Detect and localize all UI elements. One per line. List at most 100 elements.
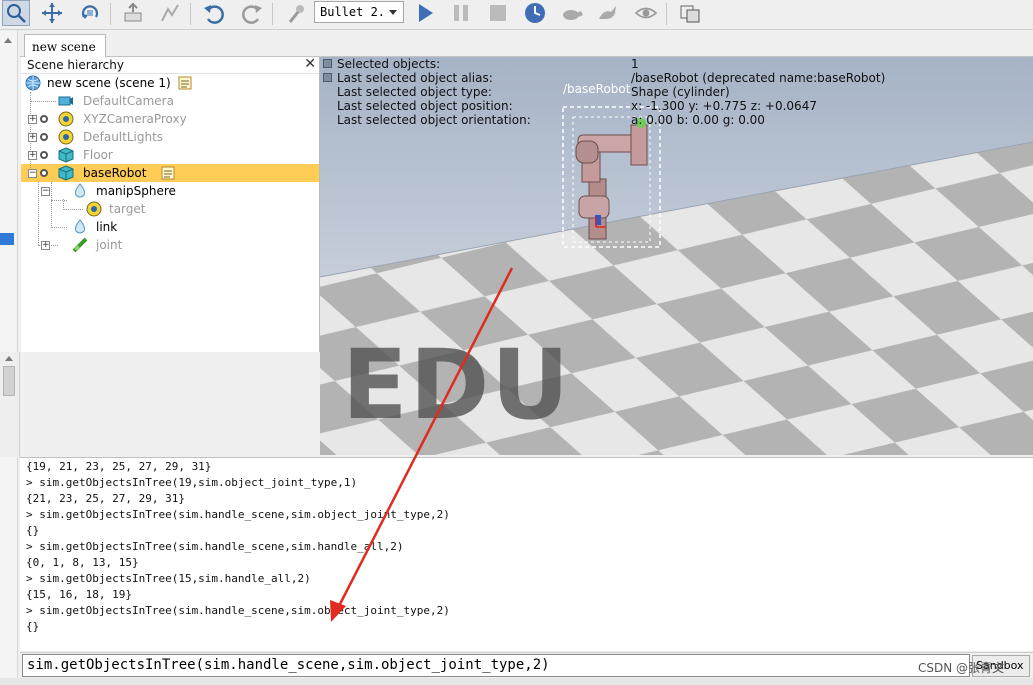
rotate-icon[interactable] [76,0,104,26]
collapse-icon[interactable]: − [28,169,37,178]
info-row: Last selected object position: x: -1.300… [320,99,1033,113]
tree-label-joint: joint [96,238,123,252]
info-row: Last selected object orientation: a: 0.0… [320,113,1033,127]
console-line: {21, 23, 25, 27, 29, 31} [26,492,185,505]
console-line: > sim.getObjectsInTree(sim.handle_scene,… [26,508,450,521]
real-time-icon[interactable] [521,0,549,26]
pause-icon[interactable] [447,0,475,26]
fast-icon[interactable] [594,0,622,26]
console-line: > sim.getObjectsInTree(15,sim.handle_all… [26,572,311,585]
info-key: Selected objects: [337,57,441,71]
expand-icon[interactable]: + [41,241,50,250]
console-line: {} [26,620,40,633]
tree-node-link[interactable]: link [22,218,312,236]
console-line: {0, 1, 8, 13, 15} [26,556,139,569]
console-line: > sim.getObjectsInTree(sim.handle_scene,… [26,604,450,617]
info-row: Last selected object type: Shape (cylind… [320,85,1033,99]
scroll-up-icon[interactable] [4,38,12,43]
collapse-icon[interactable]: − [41,187,50,196]
scene-viewport[interactable]: Selected objects: 1 Last selected object… [320,57,1033,455]
visibility-dot-icon[interactable] [40,151,48,159]
scene-tab-bar: new scene [20,30,1033,57]
tab-new-scene[interactable]: new scene [24,34,106,57]
info-value: Shape (cylinder) [631,85,730,99]
tree-label-root: new scene (scene 1) [47,76,171,90]
scrollbar-thumb[interactable] [3,366,15,396]
tree-node-root[interactable]: new scene (scene 1) [22,74,312,92]
object-label: /baseRobot [563,82,631,96]
page-icon[interactable] [676,0,704,26]
slow-icon[interactable] [558,0,586,26]
tree-label-link: link [96,220,118,234]
main-toolbar: Bullet 2. [0,0,1033,30]
tree-node-target[interactable]: target [22,200,312,218]
joint-icon [72,237,88,253]
watermark: EDU [342,329,572,441]
tree-node-baserobot[interactable]: − baseRobot [22,164,312,182]
camera-icon [58,93,74,109]
tree-node-defaultlights[interactable]: + DefaultLights [22,128,312,146]
command-input[interactable]: sim.getObjectsInTree(sim.handle_scene,si… [22,654,970,677]
script-icon[interactable] [177,75,193,91]
light-icon [58,129,74,145]
console-line: > sim.getObjectsInTree(sim.handle_scene,… [26,540,404,553]
info-toggle-icon[interactable] [323,59,332,68]
info-value: x: -1.300 y: +0.775 z: +0.0647 [631,99,817,113]
visibility-icon[interactable] [632,0,660,26]
side-marker [0,233,14,245]
expand-icon[interactable]: + [28,133,37,142]
redo-icon[interactable] [238,0,266,26]
chevron-down-icon [389,10,397,15]
info-value: 1 [631,57,639,71]
tree-node-manipsphere[interactable]: − manipSphere [22,182,312,200]
path-icon[interactable] [156,0,184,26]
tree-node-floor[interactable]: + Floor [22,146,312,164]
info-value: a: 0.00 b: 0.00 g: 0.00 [631,113,765,127]
expand-icon[interactable]: + [28,115,37,124]
stop-icon[interactable] [484,0,512,26]
pen-icon[interactable] [283,0,311,26]
dummy-icon [86,201,102,217]
console-line: {19, 21, 23, 25, 27, 29, 31} [26,460,212,473]
shape-cube-icon [58,165,74,181]
hierarchy-scrollbar[interactable] [0,352,20,457]
info-key: Last selected object orientation: [337,113,531,127]
tree-label-manipsphere: manipSphere [96,184,176,198]
info-key: Last selected object type: [337,85,492,99]
tree-label-xyzcameraproxy: XYZCameraProxy [83,112,187,126]
bottom-strip [0,678,1033,685]
info-row: Selected objects: 1 [320,57,1033,71]
close-icon[interactable]: ✕ [304,57,316,72]
visibility-dot-icon[interactable] [40,169,48,177]
physics-engine-select[interactable]: Bullet 2. [314,1,404,23]
hierarchy-header: Scene hierarchy ✕ [21,57,319,74]
info-key: Last selected object alias: [337,71,493,85]
script-icon[interactable] [160,165,176,181]
tree-label-defaultcamera: DefaultCamera [83,94,174,108]
visibility-dot-icon[interactable] [40,133,48,141]
console-line: {15, 16, 18, 19} [26,588,132,601]
lua-console-output[interactable]: {19, 21, 23, 25, 27, 29, 31} > sim.getOb… [20,457,1033,651]
scroll-up-icon[interactable] [5,356,13,361]
tree-node-joint[interactable]: + joint [22,236,312,254]
sphere-shape-icon [72,219,88,235]
undo-icon[interactable] [200,0,228,26]
physics-engine-value: Bullet 2. [320,5,386,19]
tree-label-defaultlights: DefaultLights [83,130,164,144]
info-key: Last selected object position: [337,99,513,113]
select-cursor-icon[interactable] [2,0,30,26]
info-row: Last selected object alias: /baseRobot (… [320,71,1033,85]
info-toggle-icon[interactable] [323,73,332,82]
move-icon[interactable] [38,0,66,26]
assembly-icon[interactable] [119,0,147,26]
hierarchy-title: Scene hierarchy [27,58,124,72]
tree-node-xyzcameraproxy[interactable]: + XYZCameraProxy [22,110,312,128]
globe-icon [25,75,41,91]
dummy-icon [58,111,74,127]
expand-icon[interactable]: + [28,151,37,160]
sphere-shape-icon [72,183,88,199]
tree-label-baserobot: baseRobot [83,166,147,180]
play-icon[interactable] [411,0,439,26]
tree-node-defaultcamera[interactable]: DefaultCamera [22,92,312,110]
visibility-dot-icon[interactable] [40,115,48,123]
